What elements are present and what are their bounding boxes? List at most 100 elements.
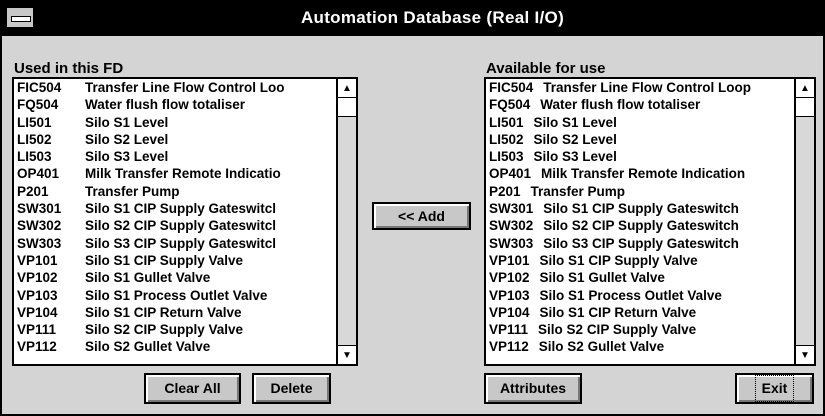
list-item-code: FQ504 bbox=[489, 97, 531, 113]
list-item[interactable]: LI502 Silo S2 Level bbox=[486, 131, 794, 148]
list-item[interactable]: VP101 Silo S1 CIP Supply Valve bbox=[486, 252, 794, 269]
list-item-description: Silo S1 Process Outlet Valve bbox=[539, 287, 722, 303]
list-item-code: FIC504 bbox=[489, 80, 534, 95]
list-item[interactable]: SW302 Silo S2 CIP Supply Gateswitcl bbox=[14, 217, 336, 234]
list-item[interactable]: FQ504 Water flush flow totaliser bbox=[486, 96, 794, 113]
list-item-description: Transfer Line Flow Control Loo bbox=[85, 80, 285, 95]
window-title: Automation Database (Real I/O) bbox=[300, 8, 565, 27]
list-item[interactable]: SW301 Silo S1 CIP Supply Gateswitcl bbox=[14, 200, 336, 217]
list-item[interactable]: VP111 Silo S2 CIP Supply Valve bbox=[486, 321, 794, 338]
list-item-description: Silo S2 CIP Supply Gateswitcl bbox=[85, 218, 277, 234]
list-item-code: OP401 bbox=[17, 166, 60, 182]
list-item-description: Silo S1 Gullet Valve bbox=[85, 270, 211, 286]
exit-button-label: Exit bbox=[754, 375, 795, 402]
list-item[interactable]: SW301 Silo S1 CIP Supply Gateswitch bbox=[486, 200, 794, 217]
list-item[interactable]: SW303 Silo S3 CIP Supply Gateswitcl bbox=[14, 235, 336, 252]
list-item[interactable]: OP401 Milk Transfer Remote Indicatio bbox=[14, 165, 336, 182]
list-item[interactable]: VP102 Silo S1 Gullet Valve bbox=[486, 269, 794, 286]
list-item-description: Silo S2 Level bbox=[85, 131, 169, 147]
list-item[interactable]: P201 Transfer Pump bbox=[14, 183, 336, 200]
list-item-description: Silo S2 Level bbox=[533, 131, 617, 147]
list-item[interactable]: OP401 Milk Transfer Remote Indication bbox=[486, 165, 794, 182]
list-item[interactable]: FIC504 Transfer Line Flow Control Loo bbox=[14, 79, 336, 96]
list-item[interactable]: SW302 Silo S2 CIP Supply Gateswitch bbox=[486, 217, 794, 234]
list-item-description: Milk Transfer Remote Indication bbox=[541, 166, 746, 182]
list-item-description: Water flush flow totaliser bbox=[540, 97, 701, 113]
scroll-down-arrow-icon[interactable]: ▼ bbox=[796, 345, 814, 364]
list-item[interactable]: SW303 Silo S3 CIP Supply Gateswitch bbox=[486, 235, 794, 252]
list-item-code: OP401 bbox=[489, 166, 532, 182]
list-item[interactable]: VP104 Silo S1 CIP Return Valve bbox=[14, 304, 336, 321]
list-item-code: FQ504 bbox=[17, 97, 59, 113]
clear-all-button[interactable]: Clear All bbox=[144, 373, 241, 404]
list-item-code: SW302 bbox=[489, 218, 534, 234]
available-for-use-items: FIC504 Transfer Line Flow Control Loop FQ5… bbox=[486, 79, 794, 364]
list-item-description: Silo S1 CIP Return Valve bbox=[539, 304, 697, 320]
list-item[interactable]: FIC504 Transfer Line Flow Control Loop bbox=[486, 79, 794, 96]
list-item-description: Silo S1 CIP Supply Gateswitch bbox=[543, 201, 739, 217]
list-item-code: FIC504 bbox=[17, 80, 62, 95]
used-in-fd-label: Used in this FD bbox=[14, 60, 124, 77]
list-item-description: Milk Transfer Remote Indicatio bbox=[85, 166, 281, 182]
list-item-code: VP112 bbox=[17, 339, 57, 355]
list-item-code: VP101 bbox=[17, 252, 58, 268]
scroll-thumb[interactable] bbox=[796, 98, 814, 117]
list-item-description: Silo S1 Gullet Valve bbox=[539, 270, 665, 286]
list-item[interactable]: LI503 Silo S3 Level bbox=[486, 148, 794, 165]
used-in-fd-scrollbar[interactable]: ▲ ▼ bbox=[336, 79, 356, 364]
exit-button[interactable]: Exit bbox=[735, 373, 814, 404]
scroll-down-arrow-icon[interactable]: ▼ bbox=[338, 345, 356, 364]
delete-button[interactable]: Delete bbox=[252, 373, 331, 404]
add-button[interactable]: << Add bbox=[372, 202, 471, 230]
list-item-code: LI502 bbox=[17, 131, 52, 147]
list-item-description: Silo S1 Level bbox=[85, 114, 169, 130]
list-item[interactable]: P201 Transfer Pump bbox=[486, 183, 794, 200]
list-item[interactable]: VP102 Silo S1 Gullet Valve bbox=[14, 269, 336, 286]
list-item-code: VP101 bbox=[489, 252, 530, 268]
used-in-fd-listbox[interactable]: FIC504 Transfer Line Flow Control Loo FQ50… bbox=[12, 77, 358, 366]
list-item[interactable]: VP101 Silo S1 CIP Supply Valve bbox=[14, 252, 336, 269]
list-item-description: Transfer Line Flow Control Loop bbox=[543, 80, 752, 95]
available-for-use-scrollbar[interactable]: ▲ ▼ bbox=[794, 79, 814, 364]
list-item-code: SW303 bbox=[489, 235, 534, 251]
list-item-code: LI503 bbox=[489, 149, 524, 165]
title-bar[interactable]: Automation Database (Real I/O) bbox=[2, 2, 823, 34]
list-item-description: Silo S1 Level bbox=[533, 114, 617, 130]
scroll-up-arrow-icon[interactable]: ▲ bbox=[796, 79, 814, 98]
list-item[interactable]: LI501 Silo S1 Level bbox=[486, 114, 794, 131]
list-item-description: Silo S3 CIP Supply Gateswitch bbox=[543, 235, 739, 251]
list-item[interactable]: VP111 Silo S2 CIP Supply Valve bbox=[14, 321, 336, 338]
list-item-description: Silo S1 CIP Supply Gateswitcl bbox=[85, 201, 277, 217]
list-item-description: Transfer Pump bbox=[85, 183, 180, 199]
list-item[interactable]: LI502 Silo S2 Level bbox=[14, 131, 336, 148]
list-item-description: Silo S2 Gullet Valve bbox=[538, 339, 665, 355]
list-item[interactable]: VP112 Silo S2 Gullet Valve bbox=[14, 338, 336, 355]
list-item[interactable]: LI501 Silo S1 Level bbox=[14, 114, 336, 131]
list-item-code: VP103 bbox=[489, 287, 530, 303]
list-item-description: Silo S3 CIP Supply Gateswitcl bbox=[85, 235, 277, 251]
list-item-code: SW301 bbox=[489, 201, 534, 217]
list-item-description: Silo S1 CIP Supply Valve bbox=[85, 252, 244, 268]
list-item-code: LI503 bbox=[17, 149, 52, 165]
list-item[interactable]: VP103 Silo S1 Process Outlet Valve bbox=[14, 287, 336, 304]
list-item-description: Silo S2 CIP Supply Valve bbox=[85, 322, 244, 338]
system-menu-icon[interactable] bbox=[6, 7, 34, 28]
available-for-use-listbox[interactable]: FIC504 Transfer Line Flow Control Loop FQ5… bbox=[484, 77, 816, 366]
list-item-description: Silo S1 CIP Supply Valve bbox=[539, 252, 698, 268]
list-item[interactable]: LI503 Silo S3 Level bbox=[14, 148, 336, 165]
list-item-description: Silo S1 Process Outlet Valve bbox=[85, 287, 268, 303]
list-item-description: Silo S3 Level bbox=[85, 149, 169, 165]
scroll-up-arrow-icon[interactable]: ▲ bbox=[338, 79, 356, 98]
list-item[interactable]: FQ504 Water flush flow totaliser bbox=[14, 96, 336, 113]
scroll-thumb[interactable] bbox=[338, 98, 356, 117]
attributes-button[interactable]: Attributes bbox=[484, 373, 582, 404]
list-item-code: VP103 bbox=[17, 287, 58, 303]
list-item-description: Transfer Pump bbox=[530, 183, 626, 199]
list-item[interactable]: VP103 Silo S1 Process Outlet Valve bbox=[486, 287, 794, 304]
list-item-code: LI501 bbox=[489, 114, 524, 130]
list-item-code: P201 bbox=[17, 183, 49, 199]
list-item[interactable]: VP112 Silo S2 Gullet Valve bbox=[486, 338, 794, 355]
used-in-fd-items: FIC504 Transfer Line Flow Control Loo FQ50… bbox=[14, 79, 336, 364]
list-item-description: Silo S1 CIP Return Valve bbox=[85, 304, 242, 320]
list-item[interactable]: VP104 Silo S1 CIP Return Valve bbox=[486, 304, 794, 321]
